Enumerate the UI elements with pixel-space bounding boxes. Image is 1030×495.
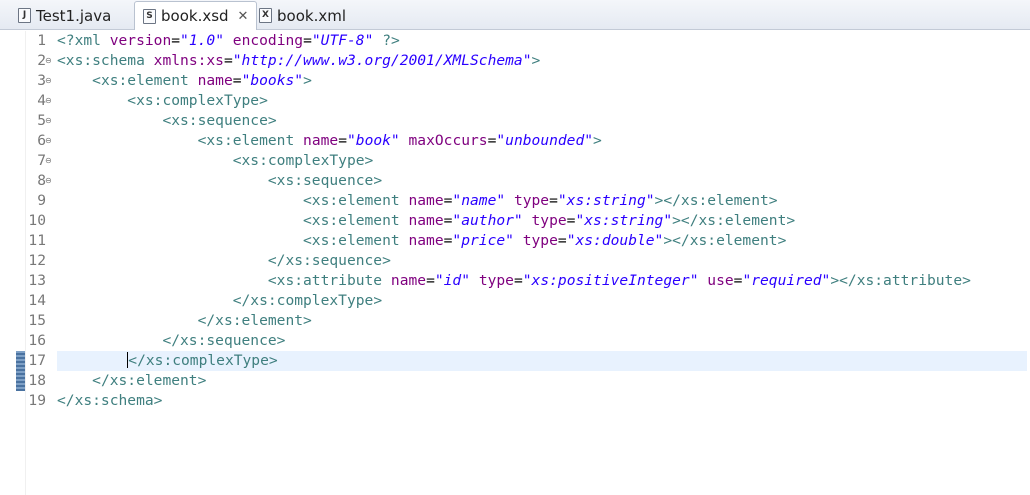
xml-file-icon: X bbox=[259, 8, 272, 23]
tab-label: Test1.java bbox=[36, 6, 112, 25]
fold-collapse-icon[interactable]: ⊖ bbox=[45, 57, 52, 65]
fold-collapse-icon[interactable]: ⊖ bbox=[45, 177, 52, 185]
code-text[interactable]: <xs:complexType> bbox=[57, 151, 374, 171]
code-editor[interactable]: 1 <?xml version="1.0" encoding="UTF-8" ?>… bbox=[0, 31, 1030, 495]
xsd-file-icon: S bbox=[143, 8, 156, 24]
code-text[interactable]: <xs:attribute name="id" type="xs:positiv… bbox=[57, 271, 971, 291]
line-number: 9 bbox=[37, 192, 46, 209]
code-text[interactable]: <xs:element name="books"> bbox=[57, 71, 312, 91]
code-text[interactable]: </xs:element> bbox=[57, 311, 312, 331]
line-number: 10 bbox=[28, 212, 46, 229]
line-number: 11 bbox=[28, 232, 46, 249]
code-text[interactable]: </xs:element> bbox=[57, 371, 206, 391]
tab-label: book.xsd bbox=[161, 7, 229, 25]
code-line[interactable]: 10 <xs:element name="author" type="xs:st… bbox=[0, 211, 1030, 231]
code-line[interactable]: 2 ⊖ <xs:schema xmlns:xs="http://www.w3.org… bbox=[0, 51, 1030, 71]
code-line[interactable]: 13 <xs:attribute name="id" type="xs:posi… bbox=[0, 271, 1030, 291]
code-line[interactable]: 12 </xs:sequence> bbox=[0, 251, 1030, 271]
code-line[interactable]: 18 </xs:element> bbox=[0, 371, 1030, 391]
code-line[interactable]: 14 </xs:complexType> bbox=[0, 291, 1030, 311]
fold-collapse-icon[interactable]: ⊖ bbox=[45, 137, 52, 145]
code-text[interactable]: </xs:sequence> bbox=[57, 251, 391, 271]
code-text[interactable]: <xs:complexType> bbox=[57, 91, 268, 111]
code-line[interactable]: 5 ⊖ <xs:sequence> bbox=[0, 111, 1030, 131]
line-number: 16 bbox=[28, 332, 46, 349]
code-line[interactable]: 7 ⊖ <xs:complexType> bbox=[0, 151, 1030, 171]
code-text[interactable]: </xs:complexType> bbox=[57, 291, 382, 311]
code-line[interactable]: 1 <?xml version="1.0" encoding="UTF-8" ?> bbox=[0, 31, 1030, 51]
code-line[interactable]: 11 <xs:element name="price" type="xs:dou… bbox=[0, 231, 1030, 251]
fold-collapse-icon[interactable]: ⊖ bbox=[45, 157, 52, 165]
editor-tab-bar: J Test1.java S book.xsd ✕ X book.xml bbox=[0, 0, 1030, 30]
java-file-icon: J bbox=[18, 8, 31, 23]
code-text[interactable]: </xs:schema> bbox=[57, 391, 162, 411]
code-text[interactable]: <xs:element name="name" type="xs:string"… bbox=[57, 191, 778, 211]
code-line[interactable]: 4 ⊖ <xs:complexType> bbox=[0, 91, 1030, 111]
code-text[interactable]: </xs:complexType> bbox=[57, 351, 278, 371]
code-line[interactable]: 16 </xs:sequence> bbox=[0, 331, 1030, 351]
line-number: 4 bbox=[37, 92, 46, 109]
fold-collapse-icon[interactable]: ⊖ bbox=[45, 77, 52, 85]
line-number: 2 bbox=[37, 52, 46, 69]
code-text[interactable]: <xs:element name="book" maxOccurs="unbou… bbox=[57, 131, 602, 151]
tab-book-xsd[interactable]: S book.xsd ✕ bbox=[134, 1, 258, 30]
code-line[interactable]: 3 ⊖ <xs:element name="books"> bbox=[0, 71, 1030, 91]
line-number: 7 bbox=[37, 152, 46, 169]
code-line[interactable]: 17 </xs:complexType> bbox=[0, 351, 1030, 371]
line-number: 18 bbox=[28, 372, 46, 389]
code-line[interactable]: 8 ⊖ <xs:sequence> bbox=[0, 171, 1030, 191]
line-number: 5 bbox=[37, 112, 46, 129]
close-icon[interactable]: ✕ bbox=[238, 9, 249, 24]
code-line[interactable]: 6 ⊖ <xs:element name="book" maxOccurs="un… bbox=[0, 131, 1030, 151]
line-number: 1 bbox=[37, 32, 46, 49]
code-line[interactable]: 9 <xs:element name="name" type="xs:strin… bbox=[0, 191, 1030, 211]
code-line[interactable]: 15 </xs:element> bbox=[0, 311, 1030, 331]
tab-test1-java[interactable]: J Test1.java bbox=[10, 2, 119, 29]
fold-collapse-icon[interactable]: ⊖ bbox=[45, 117, 52, 125]
fold-collapse-icon[interactable]: ⊖ bbox=[45, 97, 52, 105]
tab-book-xml[interactable]: X book.xml bbox=[251, 2, 354, 29]
line-number: 15 bbox=[28, 312, 46, 329]
code-text[interactable]: <xs:schema xmlns:xs="http://www.w3.org/2… bbox=[57, 51, 540, 71]
line-number: 19 bbox=[28, 392, 46, 409]
line-number: 13 bbox=[28, 272, 46, 289]
line-number: 17 bbox=[28, 352, 46, 369]
line-number: 3 bbox=[37, 72, 46, 89]
code-text[interactable]: </xs:sequence> bbox=[57, 331, 285, 351]
line-number: 14 bbox=[28, 292, 46, 309]
code-text[interactable]: <xs:element name="price" type="xs:double… bbox=[57, 231, 786, 251]
code-text[interactable]: <?xml version="1.0" encoding="UTF-8" ?> bbox=[57, 31, 400, 51]
line-number: 12 bbox=[28, 252, 46, 269]
code-text[interactable]: <xs:sequence> bbox=[57, 171, 382, 191]
code-text[interactable]: <xs:sequence> bbox=[57, 111, 276, 131]
code-text[interactable]: <xs:element name="author" type="xs:strin… bbox=[57, 211, 795, 231]
line-number: 8 bbox=[37, 172, 46, 189]
code-line[interactable]: 19 </xs:schema> bbox=[0, 391, 1030, 411]
tab-label: book.xml bbox=[277, 6, 346, 25]
line-number: 6 bbox=[37, 132, 46, 149]
